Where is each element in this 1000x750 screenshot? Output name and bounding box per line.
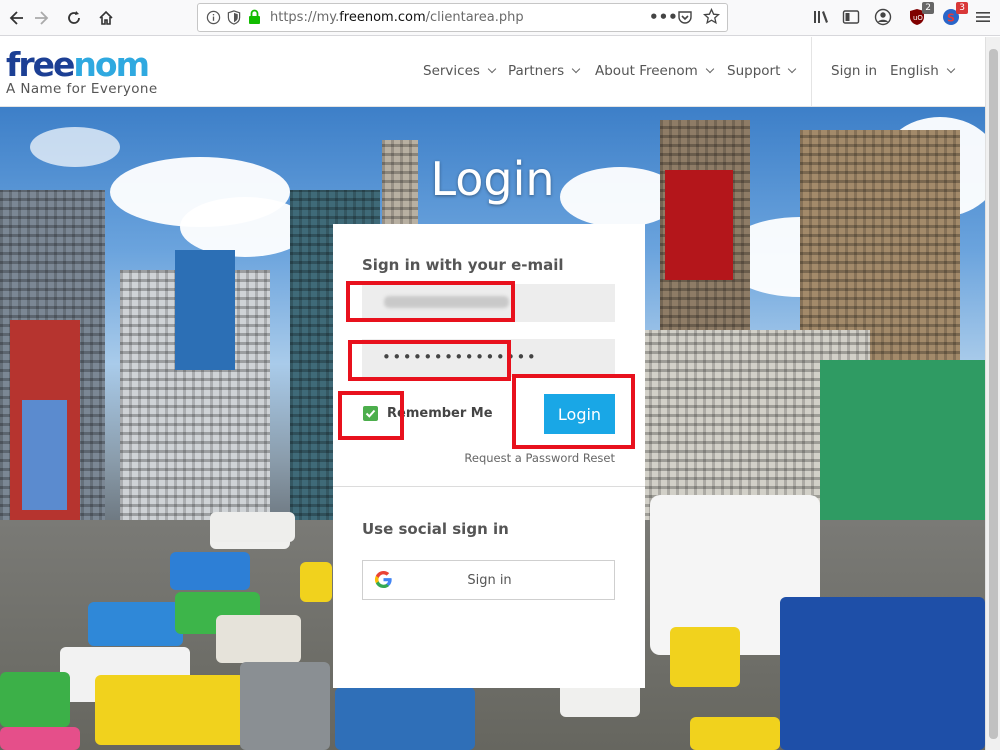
pocket-icon[interactable] xyxy=(677,9,693,29)
google-signin-label: Sign in xyxy=(467,573,512,588)
car xyxy=(0,727,80,750)
lock-icon xyxy=(248,9,261,29)
email-signin-heading: Sign in with your e-mail xyxy=(362,256,564,274)
extension-icon[interactable]: S 3 xyxy=(940,2,968,28)
language-selector[interactable]: English xyxy=(890,63,955,79)
highlight-remember xyxy=(338,391,404,440)
chevron-down-icon xyxy=(487,64,497,74)
bus xyxy=(780,597,985,750)
nav-services-label: Services xyxy=(423,63,480,79)
site-header: freenom A Name for Everyone Services Par… xyxy=(0,37,1000,107)
social-signin-heading: Use social sign in xyxy=(362,520,509,538)
page-actions-icon[interactable]: ••• xyxy=(649,8,678,26)
nav-services[interactable]: Services xyxy=(423,63,497,79)
nav-about-label: About Freenom xyxy=(595,63,698,79)
sidebar-icon[interactable] xyxy=(840,6,862,28)
address-bar[interactable]: https://my.freenom.com/clientarea.php ••… xyxy=(197,3,728,32)
green-scaffold xyxy=(820,360,985,520)
chevron-down-icon xyxy=(705,64,715,74)
car xyxy=(0,672,70,727)
svg-text:S: S xyxy=(947,12,955,25)
browser-toolbar: https://my.freenom.com/clientarea.php ••… xyxy=(0,0,1000,36)
bookmark-star-icon[interactable] xyxy=(702,7,721,29)
extension-badge: 3 xyxy=(956,2,968,14)
bus xyxy=(335,687,475,750)
logo-free: free xyxy=(6,45,75,84)
url-text: https://my.freenom.com/clientarea.php xyxy=(270,10,524,25)
scrollbar[interactable] xyxy=(985,37,1000,750)
taxi xyxy=(300,562,332,602)
logo-nom: nom xyxy=(73,45,150,84)
home-icon[interactable] xyxy=(94,6,118,30)
billboard xyxy=(175,250,235,370)
page-title: Login xyxy=(430,152,555,206)
nav-support[interactable]: Support xyxy=(727,63,797,79)
taxi xyxy=(95,675,245,745)
info-icon[interactable] xyxy=(206,10,221,29)
truck xyxy=(240,662,330,750)
freenom-logo[interactable]: freenom A Name for Everyone xyxy=(6,47,158,98)
password-reset-link[interactable]: Request a Password Reset xyxy=(464,451,615,465)
language-label: English xyxy=(890,63,939,79)
scrollbar-thumb[interactable] xyxy=(989,49,998,739)
reload-icon[interactable] xyxy=(62,6,86,30)
url-path: /clientarea.php xyxy=(425,10,524,25)
car xyxy=(170,552,250,590)
highlight-login-button xyxy=(512,374,635,449)
divider xyxy=(333,486,645,487)
nav-partners[interactable]: Partners xyxy=(508,63,581,79)
car xyxy=(216,615,301,663)
highlight-password xyxy=(348,340,511,381)
poster xyxy=(22,400,67,510)
shield-icon[interactable] xyxy=(227,10,241,29)
chevron-down-icon xyxy=(571,64,581,74)
menu-hamburger-icon[interactable] xyxy=(972,6,994,28)
url-host: freenom.com xyxy=(339,10,426,25)
header-divider xyxy=(811,37,812,107)
chevron-down-icon xyxy=(788,64,797,74)
nav-support-label: Support xyxy=(727,63,781,79)
back-icon[interactable] xyxy=(4,6,28,30)
taxi xyxy=(690,717,780,750)
car xyxy=(88,602,183,646)
van xyxy=(210,512,295,542)
nav-sign-in-label: Sign in xyxy=(831,63,878,79)
url-prefix: https://my. xyxy=(270,10,340,25)
taxi xyxy=(670,627,740,687)
highlight-email xyxy=(346,281,515,322)
nav-about[interactable]: About Freenom xyxy=(595,63,715,79)
account-icon[interactable] xyxy=(872,6,894,28)
ublock-icon[interactable]: uO 2 xyxy=(906,2,934,28)
svg-text:uO: uO xyxy=(913,14,923,22)
forward-icon[interactable] xyxy=(30,6,54,30)
logo-wordmark: freenom xyxy=(6,47,158,83)
nav-partners-label: Partners xyxy=(508,63,565,79)
logo-tagline: A Name for Everyone xyxy=(6,81,158,97)
library-icon[interactable] xyxy=(810,6,832,28)
ublock-badge: 2 xyxy=(922,2,934,14)
nav-sign-in[interactable]: Sign in xyxy=(831,63,877,79)
chevron-down-icon xyxy=(946,64,955,74)
google-signin-button[interactable]: Sign in xyxy=(362,560,615,600)
